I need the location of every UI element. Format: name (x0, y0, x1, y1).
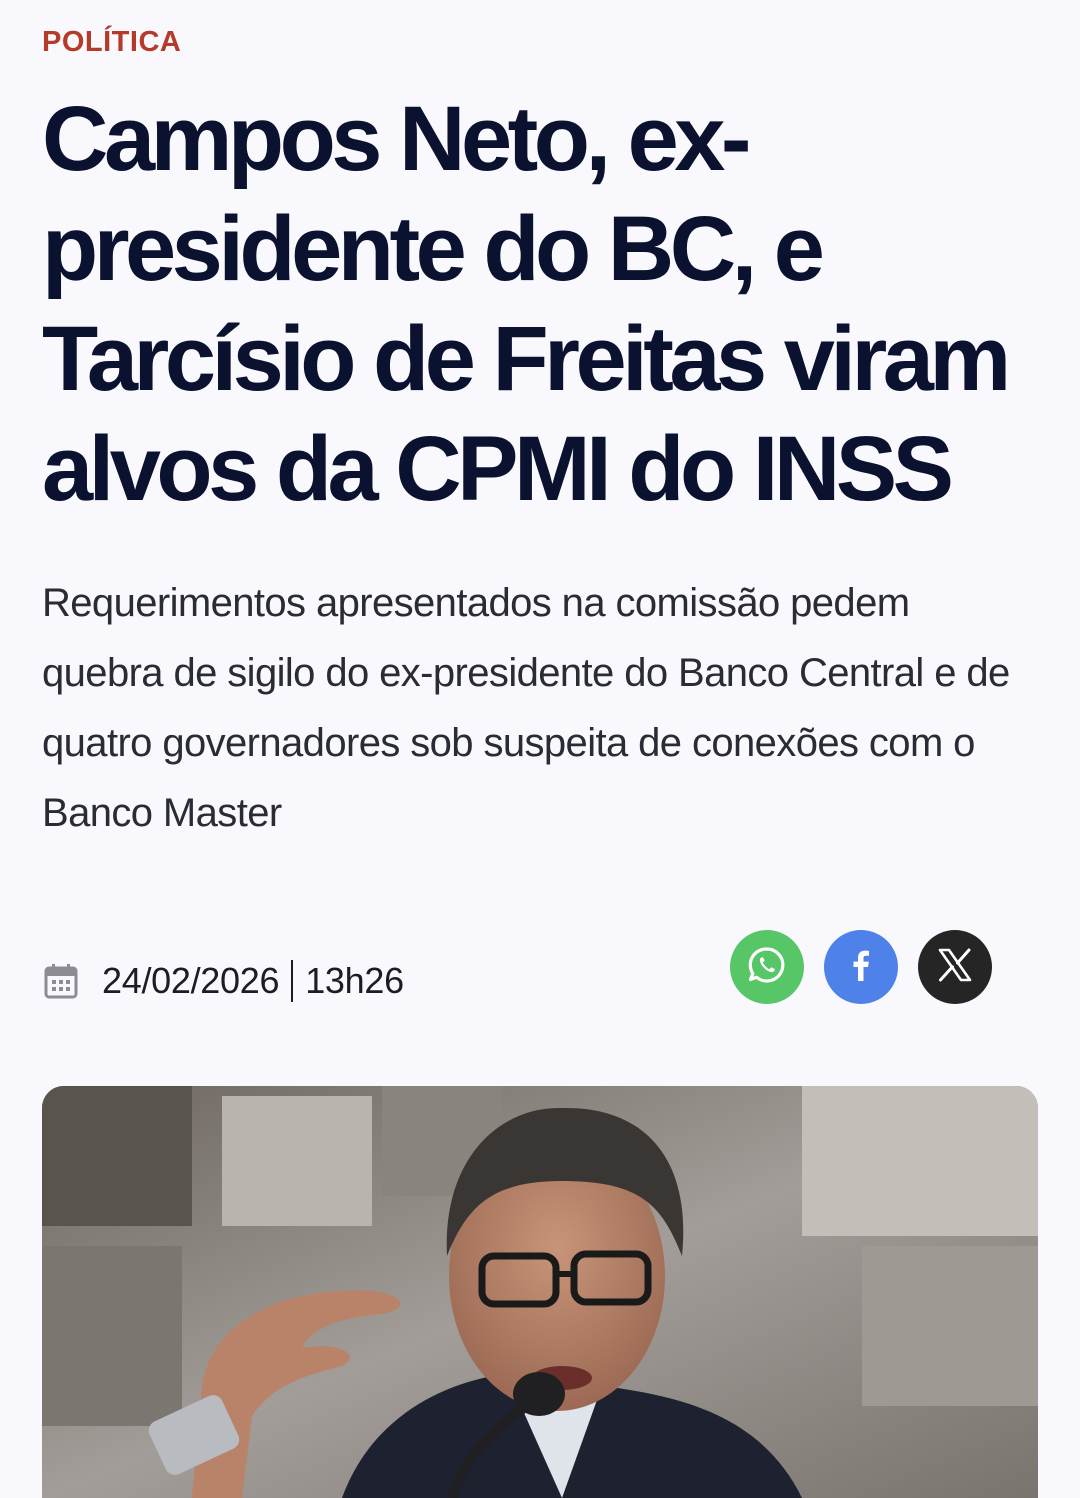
whatsapp-icon (747, 945, 787, 990)
facebook-icon (841, 945, 881, 990)
publish-info: 24/02/2026 13h26 (42, 954, 404, 1008)
headline: Campos Neto, ex-presidente do BC, e Tarc… (42, 88, 1011, 520)
date-time-separator (291, 960, 294, 1002)
share-whatsapp-button[interactable] (730, 930, 804, 1004)
share-buttons (730, 930, 992, 1004)
article-photo-illustration (42, 1086, 1038, 1498)
article-photo (42, 1086, 1038, 1498)
calendar-icon (42, 962, 80, 1000)
publish-time: 13h26 (305, 960, 404, 1001)
subtitle: Requerimentos apresentados na comissão p… (42, 581, 1010, 835)
share-facebook-button[interactable] (824, 930, 898, 1004)
x-icon (935, 945, 975, 990)
publish-date: 24/02/2026 (102, 960, 280, 1001)
category-link[interactable]: POLÍTICA (42, 26, 181, 59)
share-x-button[interactable] (918, 930, 992, 1004)
